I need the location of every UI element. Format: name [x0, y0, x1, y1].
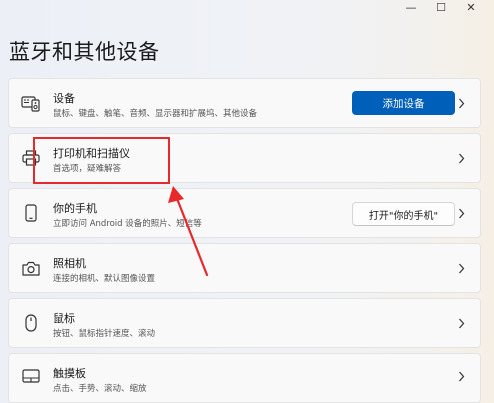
card-title: 打印机和扫描仪	[53, 147, 130, 160]
card-subtitle: 点击、手势、滚动、缩放	[53, 384, 147, 394]
card-subtitle: 按钮、鼠标指针速度、滚动	[53, 329, 156, 339]
printer-icon	[21, 148, 41, 168]
window-controls: — ☐ ✕	[396, 0, 486, 14]
card-devices[interactable]: 设备 鼠标、键盘、触笔、音频、显示器和扩展坞、其他设备 添加设备	[8, 78, 481, 128]
card-title: 照相机	[53, 257, 86, 270]
open-your-phone-button[interactable]: 打开"你的手机"	[352, 202, 455, 226]
devices-icon	[21, 93, 41, 113]
card-subtitle: 连接的相机、默认图像设置	[53, 274, 156, 284]
card-title: 你的手机	[53, 202, 97, 215]
page-title: 蓝牙和其他设备	[9, 40, 160, 64]
card-printers-scanners[interactable]: 打印机和扫描仪 首选项，疑难解答	[8, 133, 481, 183]
touchpad-icon	[21, 366, 41, 386]
close-button[interactable]: ✕	[456, 0, 486, 14]
add-device-button[interactable]: 添加设备	[352, 91, 455, 115]
camera-icon	[21, 258, 41, 278]
chevron-right-icon	[456, 152, 466, 164]
maximize-button[interactable]: ☐	[426, 0, 456, 14]
chevron-right-icon	[456, 370, 466, 382]
phone-icon	[21, 203, 41, 223]
card-title: 鼠标	[53, 312, 75, 325]
card-your-phone[interactable]: 你的手机 立即访问 Android 设备的照片、短信等 打开"你的手机"	[8, 188, 481, 238]
card-subtitle: 鼠标、键盘、触笔、音频、显示器和扩展坞、其他设备	[53, 109, 258, 119]
card-mouse[interactable]: 鼠标 按钮、鼠标指针速度、滚动	[8, 298, 481, 348]
card-camera[interactable]: 照相机 连接的相机、默认图像设置	[8, 243, 481, 293]
minimize-button[interactable]: —	[396, 0, 426, 14]
card-subtitle: 立即访问 Android 设备的照片、短信等	[53, 219, 202, 229]
card-subtitle: 首选项，疑难解答	[53, 164, 122, 174]
card-title: 触摸板	[53, 367, 86, 380]
card-touchpad[interactable]: 触摸板 点击、手势、滚动、缩放	[8, 353, 481, 403]
mouse-icon	[21, 313, 41, 333]
chevron-right-icon	[456, 317, 466, 329]
chevron-right-icon	[456, 262, 466, 274]
chevron-right-icon	[456, 97, 466, 109]
chevron-right-icon	[456, 207, 466, 219]
card-title: 设备	[53, 92, 75, 105]
